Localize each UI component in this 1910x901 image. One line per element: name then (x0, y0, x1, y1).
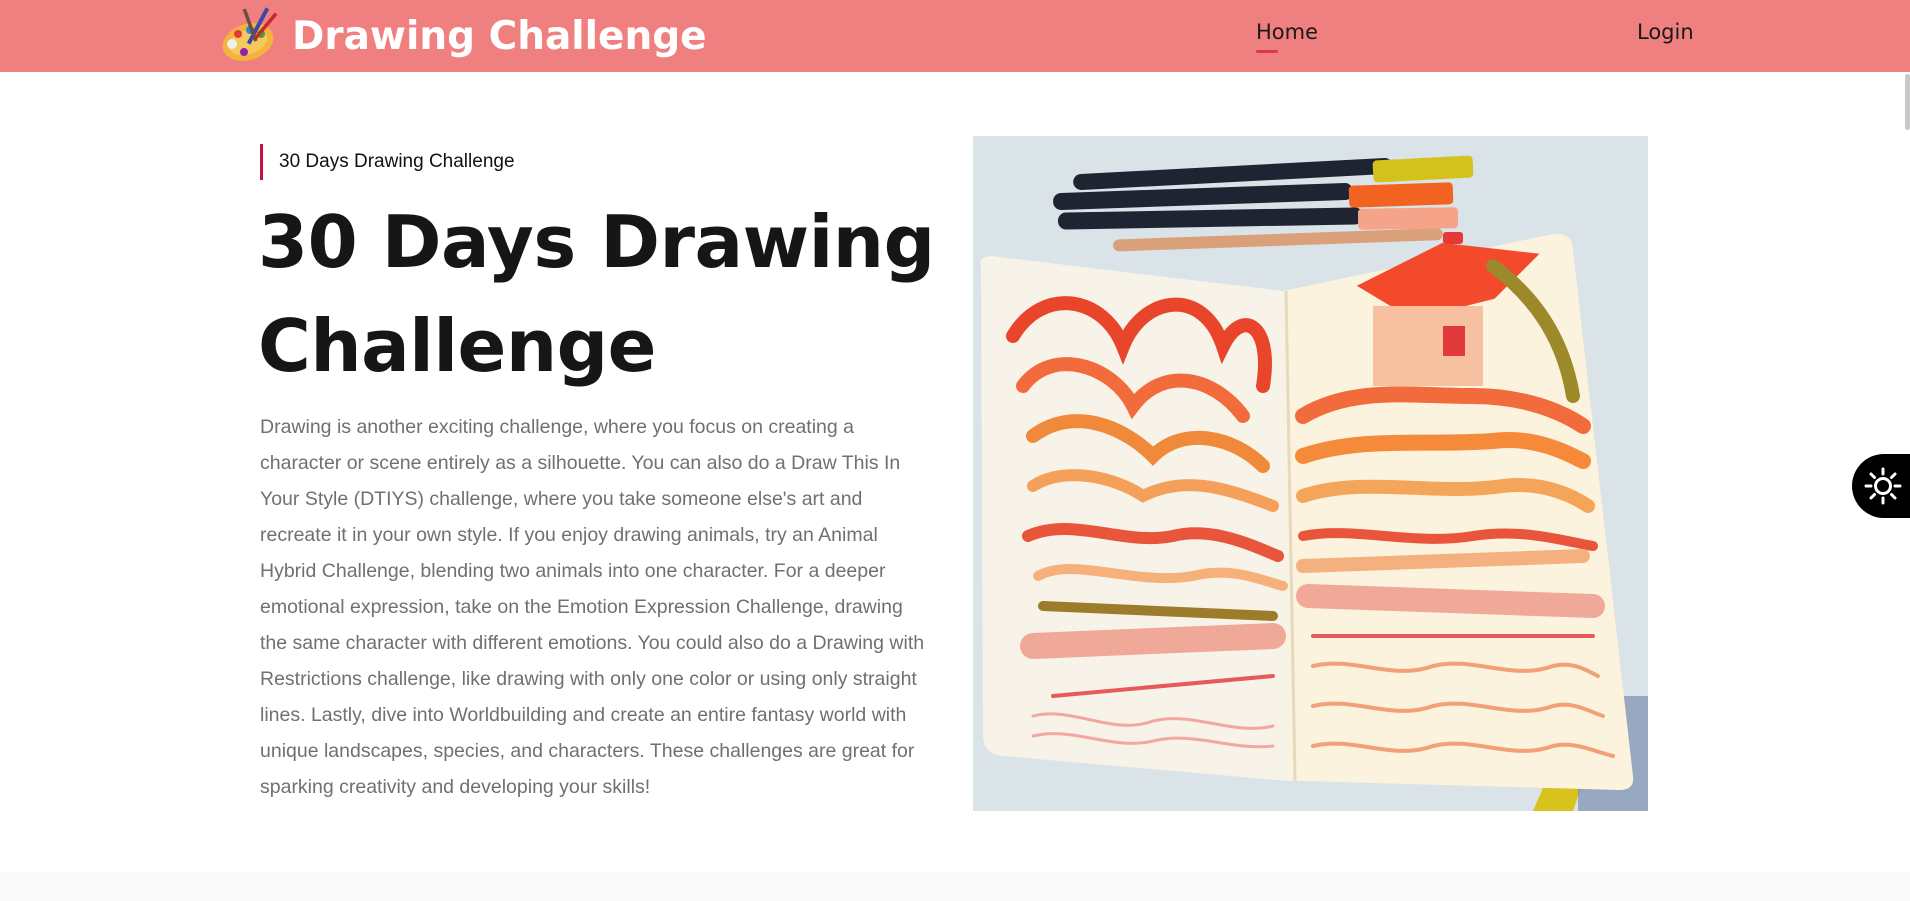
nav-link-login[interactable]: Login (1637, 20, 1694, 44)
brand-name: Drawing Challenge (292, 13, 707, 59)
sketchbook-photo (973, 136, 1648, 811)
section-eyebrow: 30 Days Drawing Challenge (260, 144, 515, 180)
theme-toggle-button[interactable] (1852, 454, 1910, 518)
sun-icon (1864, 467, 1902, 505)
nav-link-login-label: Login (1637, 20, 1694, 44)
paint-palette-icon (222, 7, 278, 61)
page-title: 30 Days Drawing Challenge (258, 200, 935, 388)
nav-link-home[interactable]: Home (1256, 20, 1319, 53)
navbar: Drawing Challenge Home Login (0, 0, 1910, 72)
active-indicator (1256, 50, 1278, 53)
scrollbar-thumb[interactable] (1905, 74, 1910, 130)
next-section-strip (0, 872, 1910, 901)
hero-description: Drawing is another exciting challenge, w… (260, 416, 925, 798)
brand-link[interactable]: Drawing Challenge (218, 4, 707, 68)
nav-link-home-label: Home (1256, 20, 1319, 44)
hero-image (973, 136, 1648, 811)
